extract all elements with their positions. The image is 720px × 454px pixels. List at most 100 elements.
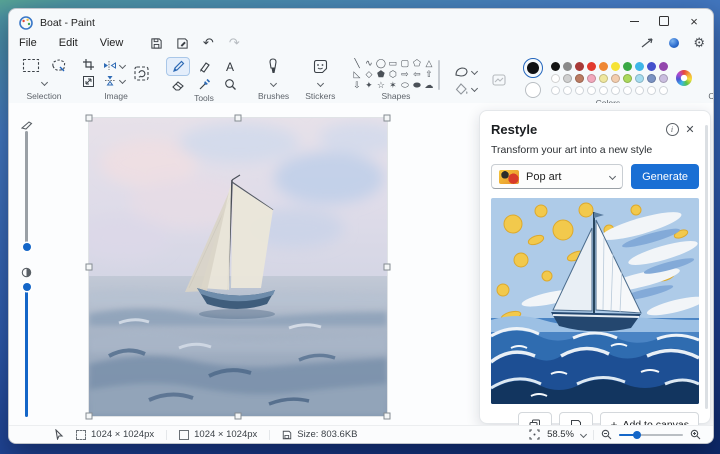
rectangle-select-icon[interactable] [22,58,40,73]
crop-icon[interactable] [82,58,95,71]
shape-tool[interactable]: ∿ [363,58,374,69]
brushes-dropdown-chevron-icon[interactable] [270,79,278,88]
primary-color-swatch[interactable] [523,58,544,78]
zoom-slider[interactable] [619,430,683,439]
opacity-slider[interactable] [22,283,31,417]
zoom-level-value[interactable]: 58.5% [547,429,574,440]
color-swatch[interactable] [611,73,621,83]
color-swatch[interactable] [635,73,645,83]
marker-tool-icon[interactable] [198,60,211,73]
style-dropdown[interactable]: Pop art [491,164,624,189]
empty-color-slot[interactable] [599,85,609,95]
save-as-button[interactable] [171,35,193,51]
color-swatch[interactable] [599,73,609,83]
zoom-slider-thumb[interactable] [633,430,641,439]
fit-to-screen-icon[interactable] [529,429,540,440]
restyle-info-button[interactable]: i [663,121,681,137]
shape-fill-icon[interactable] [455,82,469,95]
color-swatch[interactable] [635,61,645,71]
feedback-icon[interactable] [641,37,655,49]
shape-tool[interactable]: ⇧ [423,69,434,80]
selection-handle[interactable] [383,263,391,271]
empty-color-slot[interactable] [659,85,669,95]
shape-tool[interactable]: △ [423,58,434,69]
shape-tool[interactable]: ◯ [375,58,386,69]
eraser-tool-icon[interactable] [171,79,185,91]
menu-edit[interactable]: Edit [59,37,78,49]
resize-icon[interactable] [82,75,95,88]
restyle-close-button[interactable]: ✕ [681,121,699,137]
outline-chevron-icon[interactable] [471,67,479,76]
redo-button[interactable]: ↷ [223,35,245,51]
flip-vertical-icon[interactable] [103,75,117,86]
text-tool-icon[interactable]: A [226,60,234,74]
empty-color-slot[interactable] [623,85,633,95]
color-swatch[interactable] [587,61,597,71]
selection-handle[interactable] [85,114,93,122]
color-swatch[interactable] [611,61,621,71]
color-swatch[interactable] [647,73,657,83]
shape-tool[interactable]: ⇨ [399,69,410,80]
selection-handle[interactable] [383,412,391,420]
empty-color-slot[interactable] [587,85,597,95]
shape-tool[interactable]: ⬬ [411,80,422,91]
color-swatch[interactable] [551,61,561,71]
flip-horizontal-icon[interactable] [103,60,117,71]
shape-tool[interactable]: ✦ [363,80,374,91]
empty-color-slot[interactable] [551,85,561,95]
shape-tool[interactable]: ⬡ [387,69,398,80]
flip-vertical-chevron-icon[interactable] [118,76,127,85]
maximize-button[interactable] [649,11,679,31]
shape-tool[interactable]: ⇦ [411,69,422,80]
shape-tool[interactable]: ✶ [387,80,398,91]
opacity-slider-thumb[interactable] [22,283,31,291]
selection-handle[interactable] [85,412,93,420]
color-swatch[interactable] [575,61,585,71]
empty-color-slot[interactable] [575,85,585,95]
color-swatch[interactable] [647,61,657,71]
brush-icon[interactable] [266,58,281,76]
stickers-dropdown-chevron-icon[interactable] [316,79,324,87]
shape-tool[interactable]: ⬟ [375,69,386,80]
shape-tool[interactable]: ⬭ [399,80,410,91]
close-button[interactable]: × [679,11,709,31]
rotate-icon[interactable] [133,65,150,82]
undo-button[interactable]: ↶ [197,35,219,51]
color-swatch[interactable] [587,73,597,83]
color-swatch[interactable] [659,61,669,71]
settings-gear-icon[interactable]: ⚙ [693,35,705,51]
color-swatch[interactable] [575,73,585,83]
save-button[interactable] [145,35,167,51]
minimize-button[interactable] [619,11,649,31]
selection-handle[interactable] [383,114,391,122]
color-swatch[interactable] [623,73,633,83]
copilot-icon[interactable] [713,58,714,75]
zoom-out-icon[interactable] [601,429,612,440]
selection-handle[interactable] [234,412,242,420]
fill-chevron-icon[interactable] [470,84,478,93]
stroke-size-icon[interactable] [491,73,507,87]
color-swatch[interactable] [551,73,561,83]
empty-color-slot[interactable] [647,85,657,95]
shape-tool[interactable]: ☁ [423,80,434,91]
menu-view[interactable]: View [100,37,124,49]
generate-button[interactable]: Generate [631,164,699,189]
brush-size-slider-thumb[interactable] [22,243,31,251]
shapes-scrollbar[interactable] [438,59,441,90]
empty-color-slot[interactable] [635,85,645,95]
shape-outline-icon[interactable] [454,66,469,78]
shape-tool[interactable]: ⇩ [351,80,362,91]
zoom-in-icon[interactable] [690,429,701,440]
shape-tool[interactable]: ⬠ [411,58,422,69]
color-swatch[interactable] [599,61,609,71]
pencil-tool-icon[interactable] [166,57,190,76]
magnifier-tool-icon[interactable] [224,78,237,91]
color-swatch[interactable] [659,73,669,83]
selection-handle[interactable] [234,114,242,122]
brush-size-slider[interactable] [22,131,31,251]
panel-scrollbar[interactable] [705,125,708,409]
copilot-orb-icon[interactable] [669,38,680,48]
selection-handle[interactable] [85,263,93,271]
shape-tool[interactable]: ◇ [363,69,374,80]
shape-tool[interactable]: ◺ [351,69,362,80]
